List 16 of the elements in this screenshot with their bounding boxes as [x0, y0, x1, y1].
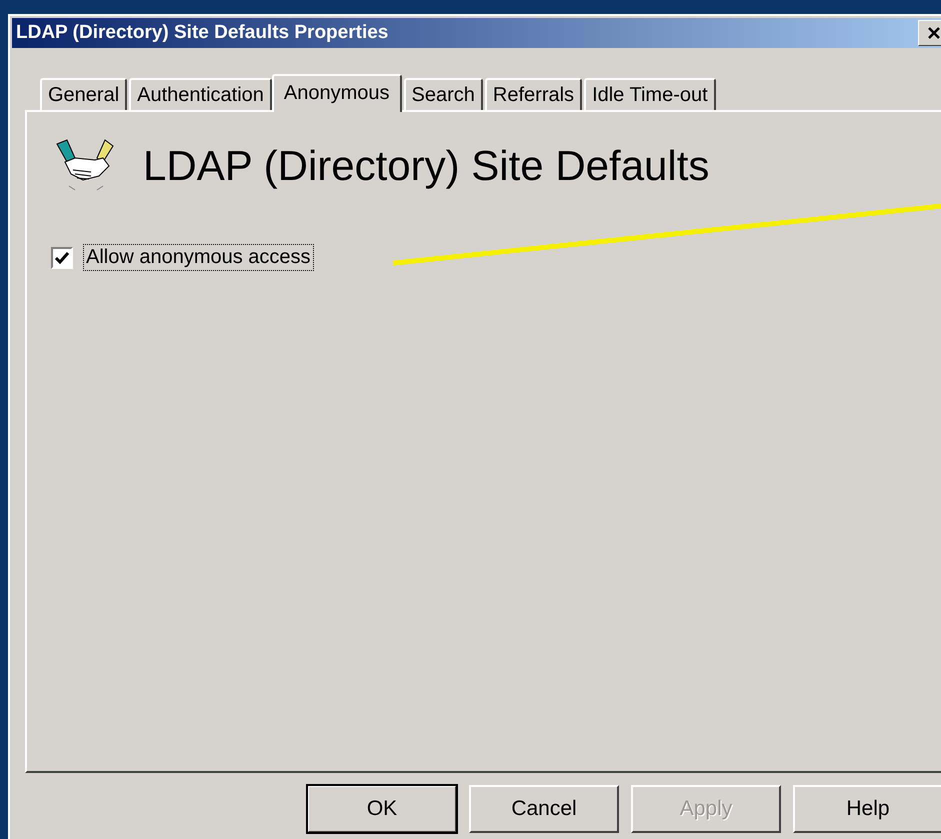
tab[interactable]: Authentication	[129, 78, 272, 110]
checkbox-label[interactable]: Allow anonymous access	[83, 244, 314, 271]
tab[interactable]: Search	[404, 78, 483, 110]
close-button[interactable]	[918, 20, 941, 46]
checkmark-icon	[55, 252, 69, 264]
close-icon	[927, 27, 941, 39]
checkbox[interactable]	[51, 246, 73, 268]
tab[interactable]: Anonymous	[272, 74, 402, 112]
tab[interactable]: Referrals	[484, 78, 582, 110]
dialog-button[interactable]: Cancel	[469, 785, 619, 833]
tab[interactable]: Idle Time-out	[584, 78, 716, 110]
tab[interactable]: General	[40, 78, 128, 110]
window-title: LDAP (Directory) Site Defaults Properties	[16, 22, 388, 44]
dialog-button[interactable]: Help	[793, 785, 941, 833]
dialog-button[interactable]: OK	[307, 785, 457, 833]
site-heading: LDAP (Directory) Site Defaults	[143, 142, 710, 190]
